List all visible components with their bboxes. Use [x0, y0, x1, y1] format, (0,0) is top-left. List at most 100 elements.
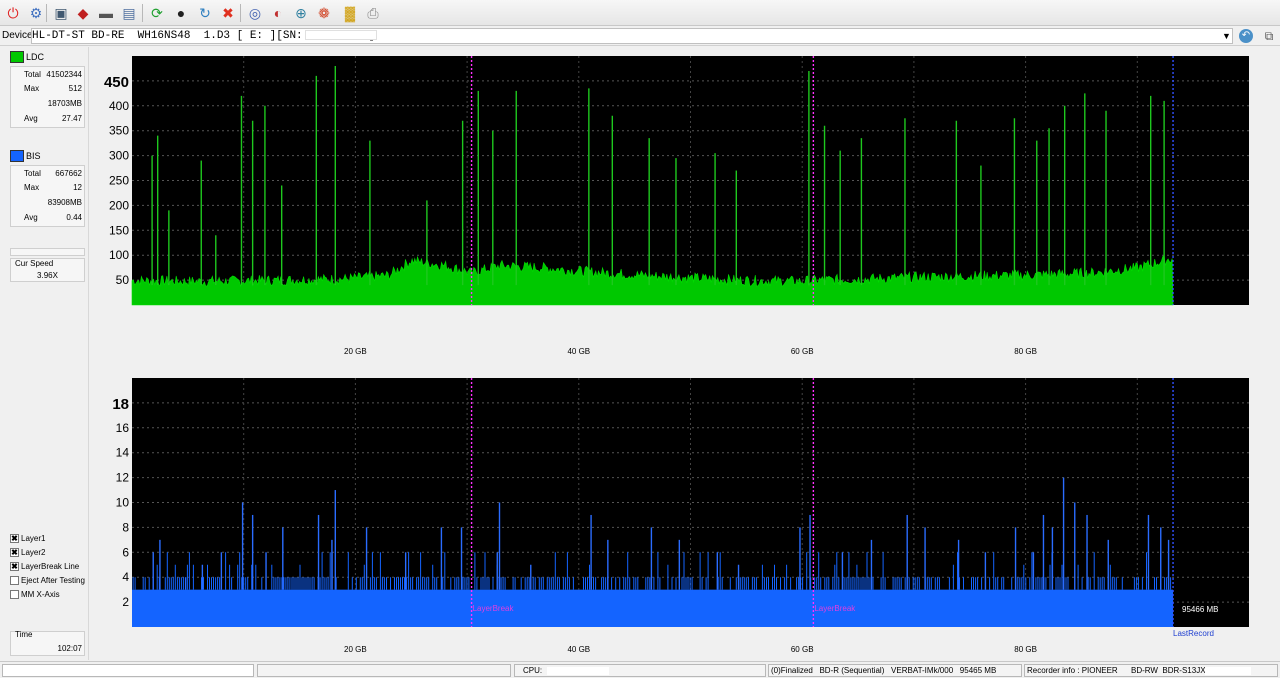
- stat-value: 83908MB: [47, 198, 82, 207]
- toolbar-separator: [46, 4, 47, 22]
- eject-icon[interactable]: ▬: [96, 3, 116, 23]
- bis-x-tick-label: 20 GB: [344, 645, 367, 654]
- stat-value: 27.47: [61, 114, 82, 123]
- settings-icon[interactable]: ◐: [268, 3, 288, 23]
- bis-y-tick-label: 2: [122, 595, 129, 609]
- bis-legend-label: BIS: [26, 151, 41, 161]
- layer2-checkbox[interactable]: ✖: [10, 548, 19, 557]
- layerbreak-line-label: LayerBreak Line: [21, 562, 80, 571]
- recorder-info-panel: Recorder info : PIONEER BD-RW BDR-S13JX: [1024, 664, 1278, 677]
- bis-x-tick-label: 60 GB: [791, 645, 814, 654]
- bis-layer-break-label: LayerBreak: [814, 604, 856, 613]
- stat-row: Max 12: [11, 181, 84, 195]
- ldc-y-tick-label: 100: [109, 248, 129, 262]
- status-message-field: [2, 664, 254, 677]
- disc-info: (0)Finalized BD-R (Sequential) VERBAT-IM…: [771, 666, 997, 675]
- bis-y-tick-label: 12: [116, 471, 130, 485]
- disc-info-panel: (0)Finalized BD-R (Sequential) VERBAT-IM…: [768, 664, 1022, 677]
- stat-row: Max 512: [11, 82, 84, 96]
- bis-y-tick-label: 16: [116, 421, 130, 435]
- bis-layer-break-label: LayerBreak: [473, 604, 515, 613]
- ldc-y-tick-label: 300: [109, 149, 129, 163]
- bis-x-tick-label: 80 GB: [1014, 645, 1037, 654]
- globe-icon[interactable]: ●: [171, 3, 191, 23]
- ldc-y-tick-label: 50: [116, 273, 130, 287]
- ldc-x-tick-label: 20 GB: [344, 347, 367, 356]
- disc-icon[interactable]: ◎: [245, 3, 265, 23]
- stop-icon[interactable]: ✖: [218, 3, 238, 23]
- status-panel: [257, 664, 511, 677]
- bis-y-tick-label: 8: [122, 520, 129, 534]
- serial-mask: [1205, 667, 1251, 675]
- bis-y-top-label: 18: [112, 396, 129, 413]
- speed-label: Cur Speed: [15, 259, 54, 268]
- bis-end-value-label: 95466 MB: [1182, 605, 1218, 614]
- chevron-down-icon[interactable]: ▼: [1222, 31, 1231, 41]
- side-panel: LDC Total 41502344 Max 512 18703MB Avg 2…: [0, 47, 89, 660]
- bis-y-tick-label: 4: [122, 570, 129, 584]
- start-test-icon[interactable]: ⟳: [147, 3, 167, 23]
- erase-disc-icon[interactable]: ◆: [73, 3, 93, 23]
- ldc-x-tick-label: 60 GB: [791, 347, 814, 356]
- mm-x-axis-checkbox[interactable]: [10, 590, 19, 599]
- device-bar: Device: HL-DT-ST BD-RE WH16NS48 1.D3 [ E…: [0, 27, 1280, 46]
- layer1-checkbox[interactable]: ✖: [10, 534, 19, 543]
- layer2-label: Layer2: [21, 548, 46, 557]
- stat-key: Total: [24, 70, 41, 79]
- stat-value: 41502344: [46, 70, 82, 79]
- ldc-y-tick-label: 150: [109, 223, 129, 237]
- ldc-y-tick-label: 250: [109, 174, 129, 188]
- screenshot-icon[interactable]: ❁: [314, 3, 334, 23]
- ldc-x-tick-label: 40 GB: [567, 347, 590, 356]
- back-icon[interactable]: ↶: [1239, 29, 1253, 43]
- eject-after-testing-label: Eject After Testing: [21, 576, 85, 585]
- recorder-label: Recorder info : PIONEER: [1027, 666, 1118, 675]
- print-icon[interactable]: ⎙: [363, 3, 383, 23]
- export-icon[interactable]: ⧉: [1262, 29, 1276, 43]
- cpu-label: CPU:: [523, 666, 543, 675]
- time-box: Time 102:07: [10, 630, 85, 656]
- status-bar: CPU: (0)Finalized BD-R (Sequential) VERB…: [0, 661, 1280, 678]
- zoom-icon[interactable]: ⊕: [291, 3, 311, 23]
- device-info-icon[interactable]: ▣: [51, 3, 71, 23]
- serial-number-mask: [305, 30, 377, 40]
- eject-after-testing-checkbox[interactable]: [10, 576, 19, 585]
- time-label: Time: [15, 630, 33, 639]
- bis-x-tick-label: 40 GB: [567, 645, 590, 654]
- cpu-panel: CPU:: [514, 664, 766, 677]
- bis-last-record-label: LastRecord: [1173, 629, 1214, 638]
- stat-key: Avg: [24, 213, 38, 222]
- time-value: 102:07: [57, 644, 82, 653]
- stat-key: Max: [24, 183, 40, 192]
- bis-stats: Total 667662 Max 12 83908MB Avg 0.44: [10, 165, 85, 227]
- toolbar-separator: [142, 4, 143, 22]
- ldc-y-top-label: 450: [104, 74, 129, 91]
- exit-icon[interactable]: ⏻: [3, 3, 23, 23]
- chart-view-icon[interactable]: ▓: [340, 3, 360, 23]
- device-select[interactable]: HL-DT-ST BD-RE WH16NS48 1.D3 [ E: ][SN: …: [31, 28, 1233, 44]
- ldc-y-tick-label: 350: [109, 124, 129, 138]
- stat-row: 83908MB: [11, 196, 84, 210]
- stat-row: Total 667662: [11, 167, 84, 181]
- bis-y-tick-label: 10: [116, 496, 130, 510]
- stat-row: Avg 0.44: [11, 211, 84, 225]
- ldc-y-tick-label: 200: [109, 198, 129, 212]
- refresh-icon[interactable]: ↻: [195, 3, 215, 23]
- layer1-label: Layer1: [21, 534, 46, 543]
- stat-value: 512: [68, 84, 82, 93]
- ldc-y-tick-label: 400: [109, 99, 129, 113]
- ldc-color-swatch: [10, 51, 24, 63]
- ldc-x-tick-label: 80 GB: [1014, 347, 1037, 356]
- speed-box: Cur Speed 3.96X: [10, 258, 85, 282]
- ldc-legend-label: LDC: [26, 52, 45, 62]
- stat-row: Total 41502344: [11, 68, 84, 82]
- mm-x-axis-label: MM X-Axis: [21, 590, 60, 599]
- stat-key: Avg: [24, 114, 38, 123]
- speed-value: 3.96X: [37, 271, 58, 280]
- save-icon[interactable]: ▤: [119, 3, 139, 23]
- stat-value: 0.44: [66, 213, 82, 222]
- toolbar: ⏻ ⚙ ▣ ◆ ▬ ▤ ⟳ ● ↻ ✖ ◎ ◐ ⊕ ❁ ▓ ⎙: [0, 0, 1280, 26]
- probe-icon[interactable]: ⚙: [26, 3, 46, 23]
- layerbreak-line-checkbox[interactable]: ✖: [10, 562, 19, 571]
- bis-color-swatch: [10, 150, 24, 162]
